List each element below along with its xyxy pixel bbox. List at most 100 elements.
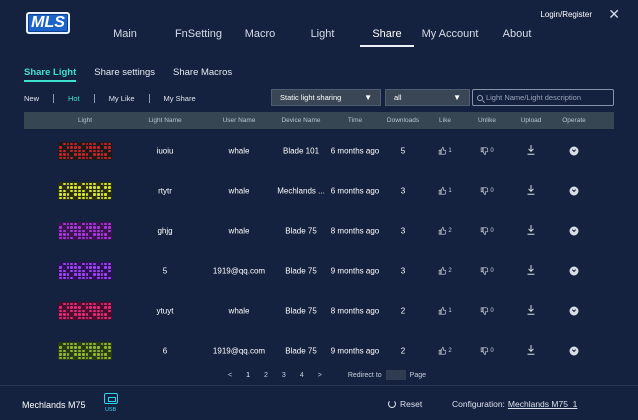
like-button[interactable]: 1 (438, 147, 452, 155)
divider (53, 94, 55, 103)
table-row: ytuyt whale Blade 75 8 months ago 2 1 0 (24, 291, 614, 331)
keyboard-preview-image (58, 262, 112, 280)
device-filter-select[interactable]: all ▼ (385, 89, 470, 106)
time-ago: 6 months ago (330, 146, 380, 156)
col-unlike: Unlike (477, 117, 497, 124)
light-name: iuoiu (156, 146, 174, 156)
operate-menu-button[interactable] (569, 146, 579, 156)
search-icon (477, 94, 483, 101)
device-name: Blade 75 (285, 306, 317, 316)
like-button[interactable]: 1 (438, 187, 452, 195)
download-button[interactable] (527, 145, 535, 157)
light-preview[interactable] (58, 142, 112, 160)
col-like: Like (439, 117, 451, 124)
subtab-share-macros[interactable]: Share Macros (173, 67, 232, 78)
subtab-share-light[interactable]: Share Light (24, 67, 77, 82)
download-count: 5 (400, 146, 406, 156)
tab-macro[interactable]: Macro (235, 28, 285, 44)
filter-my-share[interactable]: My Share (164, 94, 196, 103)
download-icon (527, 185, 535, 195)
subtab-share-settings[interactable]: Share settings (94, 67, 155, 78)
unlike-count: 0 (490, 228, 494, 234)
download-icon (527, 305, 535, 315)
operate-menu-button[interactable] (569, 186, 579, 196)
filter-hot[interactable]: Hot (68, 94, 80, 103)
light-name: ghjg (157, 226, 173, 236)
unlike-button[interactable]: 0 (480, 187, 494, 195)
unlike-button[interactable]: 0 (480, 307, 494, 315)
page-4[interactable]: 4 (300, 372, 304, 379)
like-count: 2 (448, 268, 452, 274)
user-name: whale (228, 306, 250, 316)
search-input[interactable] (485, 93, 613, 102)
configuration-selector[interactable]: Configuration: Mechlands M75_1 (452, 399, 577, 409)
tab-my-account[interactable]: My Account (418, 28, 482, 44)
device-name: Blade 75 (285, 266, 317, 276)
col-upload: Upload (520, 117, 542, 124)
download-icon (527, 225, 535, 235)
device-filter-value: all (394, 93, 402, 102)
operate-menu-button[interactable] (569, 306, 579, 316)
table-row: 6 1919@qq.com Blade 75 9 months ago 2 2 0 (24, 331, 614, 371)
light-preview[interactable] (58, 342, 112, 360)
download-button[interactable] (527, 225, 535, 237)
operate-menu-button[interactable] (569, 346, 579, 356)
like-count: 2 (448, 348, 452, 354)
unlike-button[interactable]: 0 (480, 267, 494, 275)
unlike-count: 0 (490, 148, 494, 154)
like-button[interactable]: 1 (438, 307, 452, 315)
device-name: Blade 75 (285, 226, 317, 236)
login-register-link[interactable]: Login/Register (540, 10, 592, 19)
keyboard-preview-image (58, 302, 112, 320)
filter-my-like[interactable]: My Like (109, 94, 135, 103)
tab-share[interactable]: Share (360, 28, 414, 47)
user-name: 1919@qq.com (212, 266, 266, 276)
like-button[interactable]: 2 (438, 347, 452, 355)
tab-light[interactable]: Light (295, 28, 350, 44)
search-box[interactable] (472, 89, 614, 106)
unlike-button[interactable]: 0 (480, 147, 494, 155)
light-type-select[interactable]: Static light sharing ▼ (271, 89, 381, 106)
tab-fnsetting[interactable]: FnSetting (162, 28, 235, 44)
like-button[interactable]: 2 (438, 227, 452, 235)
unlike-button[interactable]: 0 (480, 347, 494, 355)
page-jump-input[interactable] (385, 370, 406, 380)
next-page-button[interactable]: > (318, 372, 322, 379)
download-count: 3 (400, 226, 406, 236)
table-row: rtytr whale Mechlands ... 6 months ago 3 1 0 (24, 171, 614, 211)
col-operate: Operate (562, 117, 586, 124)
download-button[interactable] (527, 265, 535, 277)
reset-label: Reset (400, 399, 423, 409)
light-name: 5 (162, 266, 168, 276)
light-preview[interactable] (58, 262, 112, 280)
operate-menu-button[interactable] (569, 226, 579, 236)
table-row: ghjg whale Blade 75 8 months ago 3 2 0 (24, 211, 614, 251)
keyboard-preview-image (58, 222, 112, 240)
configuration-value[interactable]: Mechlands M75_1 (508, 399, 577, 409)
like-button[interactable]: 2 (438, 267, 452, 275)
page-3[interactable]: 3 (282, 372, 286, 379)
prev-page-button[interactable]: < (228, 372, 232, 379)
table-header: Light Light Name User Name Device Name T… (24, 112, 614, 129)
close-icon[interactable]: ✕ (608, 6, 620, 23)
tab-main[interactable]: Main (100, 28, 150, 44)
unlike-button[interactable]: 0 (480, 227, 494, 235)
chevron-down-circle-icon (569, 186, 579, 196)
page-2[interactable]: 2 (264, 372, 268, 379)
chevron-down-circle-icon (569, 266, 579, 276)
download-button[interactable] (527, 345, 535, 357)
filter-new[interactable]: New (24, 94, 39, 103)
divider (93, 94, 95, 103)
light-preview[interactable] (58, 302, 112, 320)
light-preview[interactable] (58, 182, 112, 200)
reset-button[interactable]: Reset (388, 399, 422, 409)
page-1[interactable]: 1 (246, 372, 250, 379)
download-button[interactable] (527, 185, 535, 197)
configuration-label: Configuration: (452, 399, 505, 409)
tab-about[interactable]: About (492, 28, 542, 44)
user-name: whale (228, 146, 250, 156)
table-row: iuoiu whale Blade 101 6 months ago 5 1 0 (24, 131, 614, 171)
light-preview[interactable] (58, 222, 112, 240)
download-button[interactable] (527, 305, 535, 317)
operate-menu-button[interactable] (569, 266, 579, 276)
